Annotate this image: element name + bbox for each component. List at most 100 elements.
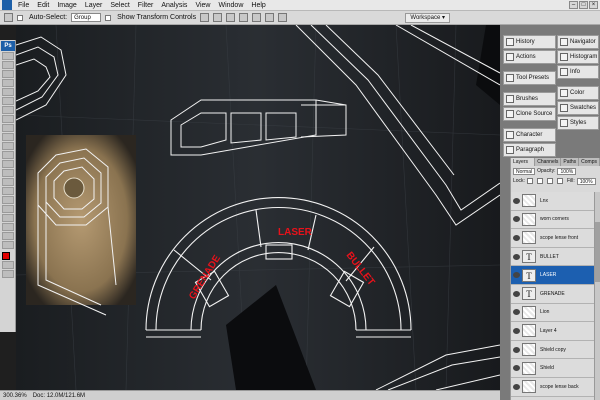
distribute-icon[interactable] <box>278 13 288 22</box>
layer-row[interactable]: scope lense back <box>511 377 595 397</box>
tab-comps[interactable]: Comps <box>579 158 600 166</box>
opacity-input[interactable]: 100% <box>557 167 577 175</box>
visibility-eye-icon[interactable] <box>513 216 520 223</box>
blur-tool[interactable] <box>2 160 14 168</box>
lock-pixels-icon[interactable] <box>536 178 543 184</box>
menu-edit[interactable]: Edit <box>33 0 53 11</box>
menu-file[interactable]: File <box>14 0 33 11</box>
shape-tool[interactable] <box>2 205 14 213</box>
visibility-eye-icon[interactable] <box>513 272 520 279</box>
dodge-tool[interactable] <box>2 169 14 177</box>
move-tool-icon[interactable] <box>4 13 13 22</box>
visibility-eye-icon[interactable] <box>513 365 520 372</box>
styles-panel-button[interactable]: Styles <box>557 116 599 130</box>
lasso-tool[interactable] <box>2 70 14 78</box>
menu-filter[interactable]: Filter <box>134 0 158 11</box>
tab-paths[interactable]: Paths <box>561 158 580 166</box>
align-left-icon[interactable] <box>239 13 249 22</box>
hand-tool[interactable] <box>2 232 14 240</box>
quick-mask-button[interactable] <box>2 261 14 269</box>
color-panel-button[interactable]: Color <box>557 86 599 100</box>
marquee-tool[interactable] <box>2 61 14 69</box>
tab-layers[interactable]: Layers × <box>511 158 536 173</box>
close-button[interactable]: × <box>589 1 598 9</box>
visibility-eye-icon[interactable] <box>513 309 520 316</box>
auto-select-checkbox[interactable] <box>17 14 23 21</box>
layers-scrollbar[interactable] <box>594 192 600 400</box>
layer-row[interactable]: Lion <box>511 303 595 323</box>
eraser-tool[interactable] <box>2 142 14 150</box>
brushes-panel-button[interactable]: Brushes <box>503 92 556 106</box>
3d-rotate-tool[interactable] <box>2 214 14 222</box>
visibility-eye-icon[interactable] <box>513 234 520 241</box>
menu-layer[interactable]: Layer <box>81 0 107 11</box>
visibility-eye-icon[interactable] <box>513 327 520 334</box>
layer-row[interactable]: Lnx <box>511 192 595 211</box>
swatches-panel-button[interactable]: Swatches <box>557 101 599 115</box>
slice-tool[interactable] <box>2 97 14 105</box>
clone-source-panel-button[interactable]: Clone Source <box>503 107 556 121</box>
layer-row[interactable]: T BULLET <box>511 247 595 267</box>
quick-selection-tool[interactable] <box>2 79 14 87</box>
align-top-icon[interactable] <box>200 13 210 22</box>
align-middle-icon[interactable] <box>213 13 223 22</box>
fill-input[interactable]: 100% <box>576 177 596 185</box>
3d-orbit-tool[interactable] <box>2 223 14 231</box>
menu-view[interactable]: View <box>191 0 214 11</box>
info-panel-button[interactable]: Info <box>557 65 599 79</box>
layer-row[interactable]: worn corners <box>511 210 595 230</box>
visibility-eye-icon[interactable] <box>513 346 520 353</box>
auto-select-dropdown[interactable]: Group <box>71 13 102 22</box>
visibility-eye-icon[interactable] <box>513 383 520 390</box>
lock-transparent-icon[interactable] <box>526 178 533 184</box>
document-canvas[interactable]: LASER GRENADE BULLET <box>16 25 500 390</box>
path-selection-tool[interactable] <box>2 196 14 204</box>
visibility-eye-icon[interactable] <box>513 290 520 297</box>
layer-row[interactable]: scope lense front <box>511 229 595 248</box>
zoom-level[interactable]: 300.36% <box>3 393 27 399</box>
screen-mode-button[interactable] <box>2 270 14 278</box>
tab-channels[interactable]: Channels <box>535 158 562 166</box>
workspace-button[interactable]: Workspace ▾ <box>405 13 450 23</box>
show-transform-checkbox[interactable] <box>105 14 112 21</box>
align-right-icon[interactable] <box>265 13 275 22</box>
crop-tool[interactable] <box>2 88 14 96</box>
scrollbar-thumb[interactable] <box>595 222 600 282</box>
maximize-button[interactable]: □ <box>579 1 588 9</box>
brush-tool[interactable] <box>2 115 14 123</box>
align-bottom-icon[interactable] <box>226 13 236 22</box>
zoom-tool[interactable] <box>2 241 14 249</box>
blend-mode-dropdown[interactable]: Normal <box>513 167 536 175</box>
history-brush-tool[interactable] <box>2 133 14 141</box>
lock-all-icon[interactable] <box>556 178 563 184</box>
laser-label[interactable]: LASER <box>278 227 313 238</box>
pen-tool[interactable] <box>2 178 14 186</box>
menu-help[interactable]: Help <box>247 0 269 11</box>
clone-stamp-tool[interactable] <box>2 124 14 132</box>
navigator-panel-button[interactable]: Navigator <box>557 35 599 49</box>
visibility-eye-icon[interactable] <box>513 197 520 204</box>
align-center-icon[interactable] <box>252 13 262 22</box>
tool-presets-panel-button[interactable]: Tool Presets <box>503 71 556 85</box>
move-tool[interactable] <box>2 52 14 60</box>
layer-row[interactable]: Layer 4 <box>511 322 595 341</box>
layer-row[interactable]: Shield <box>511 359 595 378</box>
visibility-eye-icon[interactable] <box>513 253 520 260</box>
gradient-tool[interactable] <box>2 151 14 159</box>
histogram-panel-button[interactable]: Histogram <box>557 50 599 64</box>
foreground-color-swatch[interactable] <box>2 252 10 260</box>
actions-panel-button[interactable]: Actions <box>503 50 556 64</box>
menu-image[interactable]: Image <box>53 0 80 11</box>
character-panel-button[interactable]: Character <box>503 128 556 142</box>
layer-row[interactable]: T GRENADE <box>511 284 595 304</box>
history-panel-button[interactable]: History <box>503 35 556 49</box>
layer-row[interactable]: T LASER <box>511 266 595 285</box>
minimize-button[interactable]: – <box>569 1 578 9</box>
paragraph-panel-button[interactable]: Paragraph <box>503 143 556 157</box>
menu-analysis[interactable]: Analysis <box>157 0 191 11</box>
layer-row[interactable]: Shield copy <box>511 340 595 360</box>
type-tool[interactable] <box>2 187 14 195</box>
healing-brush-tool[interactable] <box>2 106 14 114</box>
lock-position-icon[interactable] <box>546 178 553 184</box>
menu-select[interactable]: Select <box>106 0 133 11</box>
